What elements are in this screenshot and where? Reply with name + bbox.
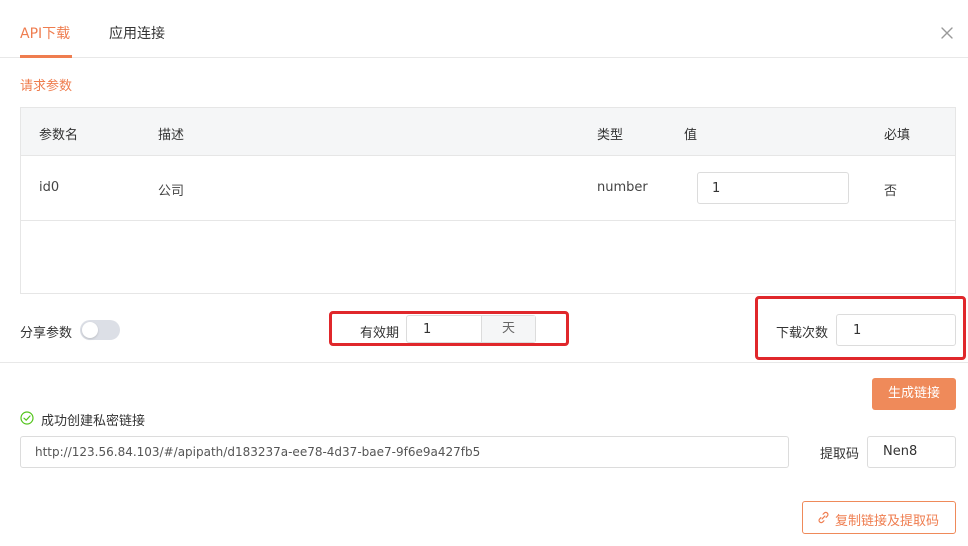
divider xyxy=(0,362,968,363)
params-table: 参数名 描述 类型 值 必填 id0 公司 number 否 xyxy=(20,107,956,294)
download-count-input[interactable] xyxy=(836,314,956,346)
success-message: 成功创建私密链接 xyxy=(41,414,146,429)
column-header-name: 参数名 xyxy=(39,128,79,143)
copy-button-label: 复制链接及提取码 xyxy=(835,513,940,528)
download-count-label: 下载次数 xyxy=(776,326,829,341)
active-tab-indicator xyxy=(20,55,72,58)
column-header-type: 类型 xyxy=(597,128,624,143)
validity-unit: 天 xyxy=(481,316,535,342)
tab-app-connection[interactable]: 应用连接 xyxy=(109,23,165,43)
toggle-knob xyxy=(82,322,98,338)
table-header: 参数名 描述 类型 值 必填 xyxy=(21,108,955,156)
param-value-input[interactable] xyxy=(697,172,849,204)
tab-api-download[interactable]: API下载 xyxy=(20,23,70,43)
column-header-value: 值 xyxy=(684,128,698,143)
table-row: id0 公司 number 否 xyxy=(21,156,955,221)
validity-label: 有效期 xyxy=(360,326,400,341)
param-type-cell: number xyxy=(597,180,648,195)
param-required-cell: 否 xyxy=(884,184,898,199)
column-header-description: 描述 xyxy=(158,128,185,143)
close-icon[interactable] xyxy=(940,26,954,40)
check-circle-icon xyxy=(20,411,34,425)
validity-input-group: 天 xyxy=(406,315,536,343)
share-params-label: 分享参数 xyxy=(20,326,73,341)
extract-code-field[interactable]: Nen8 xyxy=(867,436,956,468)
tab-bar: API下载 应用连接 xyxy=(0,0,968,58)
validity-input[interactable] xyxy=(407,316,481,342)
private-link-field[interactable]: http://123.56.84.103/#/apipath/d183237a-… xyxy=(20,436,789,468)
column-header-required: 必填 xyxy=(884,128,911,143)
link-icon xyxy=(818,511,829,524)
param-description-cell: 公司 xyxy=(158,184,185,199)
share-params-toggle[interactable] xyxy=(80,320,120,340)
section-title-request-params: 请求参数 xyxy=(20,79,73,94)
generate-link-button[interactable]: 生成链接 xyxy=(872,378,956,410)
param-name-cell: id0 xyxy=(39,180,60,195)
extract-code-label: 提取码 xyxy=(820,447,860,462)
copy-link-and-code-button[interactable]: 复制链接及提取码 xyxy=(802,501,956,534)
